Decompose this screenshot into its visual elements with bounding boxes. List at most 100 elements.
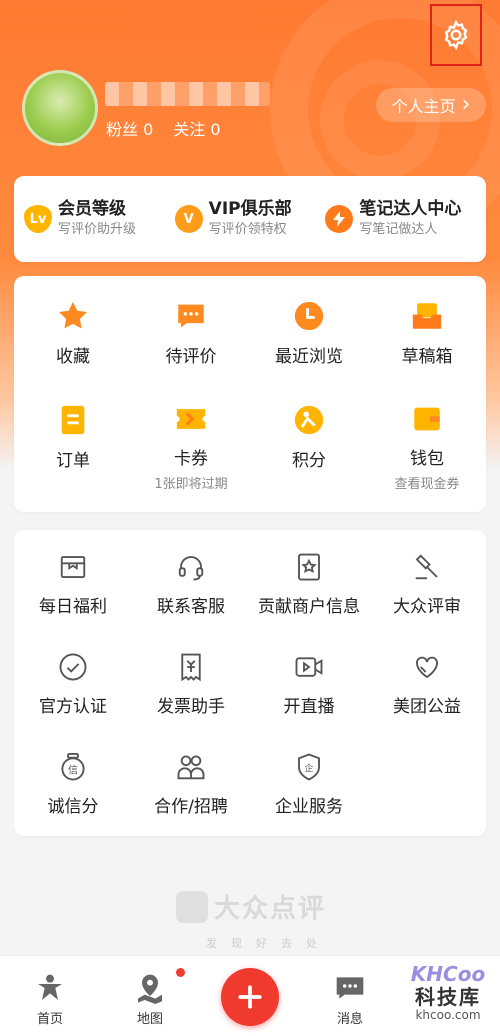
credit-icon: 信: [56, 750, 90, 784]
gift-box-icon: [56, 550, 90, 584]
chevron-right-icon: ›: [461, 92, 471, 117]
lightning-badge-icon: [325, 205, 354, 233]
member-level-sub: 写评价助升级: [58, 222, 137, 237]
official-cert-label: 官方认证: [39, 697, 107, 717]
member-level-entry[interactable]: Lv 会员等级 写评价助升级: [24, 198, 175, 240]
start-live-label: 开直播: [283, 697, 335, 717]
watermark-logo-text: KHCoo: [410, 962, 486, 986]
wallet-sub: 查看现金券: [394, 477, 460, 492]
start-live-entry[interactable]: 开直播: [250, 646, 368, 746]
invoice-helper-entry[interactable]: 发票助手: [132, 646, 250, 746]
following-count[interactable]: 关注 0: [173, 116, 220, 140]
profile-homepage-button[interactable]: 个人主页 ›: [376, 88, 486, 122]
cooperation-entry[interactable]: 合作/招聘: [132, 746, 250, 846]
note-expert-sub: 写笔记做达人: [359, 222, 438, 237]
points-icon: [291, 402, 327, 438]
people-icon: [174, 750, 208, 784]
points-entry[interactable]: 积分: [250, 380, 368, 484]
recent-views-label: 最近浏览: [275, 347, 343, 367]
note-expert-title: 笔记达人中心: [359, 199, 462, 219]
credit-score-label: 诚信分: [47, 797, 99, 817]
enterprise-shield-icon: 企: [292, 750, 326, 784]
official-cert-entry[interactable]: 官方认证: [14, 646, 132, 746]
username-blurred: [105, 82, 270, 106]
customer-service-label: 联系客服: [157, 597, 225, 617]
enterprise-service-entry[interactable]: 企 企业服务: [250, 746, 368, 846]
order-icon: [55, 402, 91, 438]
notification-dot: [176, 968, 185, 977]
tab-map-label: 地图: [136, 1012, 163, 1027]
tab-map[interactable]: 地图: [115, 972, 185, 1027]
member-level-title: 会员等级: [58, 199, 126, 219]
pending-review-entry[interactable]: 待评价: [132, 276, 250, 380]
coupons-entry[interactable]: 卡券 1张即将过期: [132, 380, 250, 492]
daily-welfare-entry[interactable]: 每日福利: [14, 546, 132, 646]
live-video-icon: [292, 650, 326, 684]
customer-service-entry[interactable]: 联系客服: [132, 546, 250, 646]
pending-review-label: 待评价: [165, 347, 217, 367]
home-mascot-icon: [38, 974, 62, 1000]
charity-entry[interactable]: 美团公益: [368, 646, 486, 746]
watermark-name: 科技库: [415, 985, 481, 1009]
quick-actions-card: 收藏 待评价 最近浏览 草稿箱 订单 卡券 1张即将过期 积分 钱包 查看现金券: [14, 276, 486, 512]
brand-name: 大众点评: [214, 894, 327, 924]
charity-heart-icon: [410, 650, 444, 684]
gavel-icon: [410, 550, 444, 584]
comment-icon: [173, 298, 209, 334]
brand-slogan: 发现好去处: [206, 937, 331, 950]
tab-messages[interactable]: 消息: [315, 972, 385, 1027]
credit-score-entry[interactable]: 信 诚信分: [14, 746, 132, 846]
drafts-entry[interactable]: 草稿箱: [368, 276, 486, 380]
orders-entry[interactable]: 订单: [14, 380, 132, 484]
favorites-entry[interactable]: 收藏: [14, 276, 132, 380]
daily-welfare-label: 每日福利: [39, 597, 107, 617]
check-circle-icon: [56, 650, 90, 684]
merchant-info-entry[interactable]: 贡献商户信息: [250, 546, 368, 646]
recent-views-entry[interactable]: 最近浏览: [250, 276, 368, 380]
headset-icon: [174, 550, 208, 584]
merchant-info-label: 贡献商户信息: [258, 597, 360, 617]
drafts-icon: [409, 298, 445, 334]
brand-logo: 大众点评: [176, 888, 326, 925]
watermark: KHCoo 科技库 khcoo.com: [400, 962, 496, 1034]
invoice-helper-label: 发票助手: [157, 697, 225, 717]
cooperation-label: 合作/招聘: [154, 797, 228, 817]
tab-home-label: 首页: [36, 1012, 63, 1027]
fans-count[interactable]: 粉丝 0: [106, 116, 153, 140]
coupons-sub: 1张即将过期: [154, 477, 228, 492]
settings-button[interactable]: [430, 4, 482, 66]
add-post-button[interactable]: [221, 968, 279, 1026]
avatar[interactable]: [22, 70, 98, 146]
drafts-label: 草稿箱: [401, 347, 453, 367]
invoice-icon: [174, 650, 208, 684]
coupon-icon: [173, 402, 209, 436]
tab-home[interactable]: 首页: [15, 972, 85, 1027]
svg-text:信: 信: [68, 764, 78, 776]
gear-icon: [444, 19, 468, 51]
public-review-entry[interactable]: 大众评审: [368, 546, 486, 646]
member-card: Lv 会员等级 写评价助升级 V VIP俱乐部 写评价领特权 笔记达人中心 写笔…: [14, 176, 486, 262]
vip-club-entry[interactable]: V VIP俱乐部 写评价领特权: [174, 198, 326, 240]
vip-club-sub: 写评价领特权: [208, 222, 287, 237]
orders-label: 订单: [56, 451, 90, 471]
clock-icon: [291, 298, 327, 334]
message-icon: [336, 977, 364, 999]
note-expert-entry[interactable]: 笔记达人中心 写笔记做达人: [325, 198, 476, 240]
svg-text:企: 企: [305, 762, 314, 774]
favorites-label: 收藏: [56, 347, 90, 367]
level-badge-icon: Lv: [24, 205, 52, 233]
merchant-icon: [292, 550, 326, 584]
plus-icon: [238, 985, 262, 1009]
charity-label: 美团公益: [393, 697, 461, 717]
vip-badge-icon: V: [174, 205, 203, 233]
star-icon: [55, 298, 91, 334]
wallet-entry[interactable]: 钱包 查看现金券: [368, 380, 486, 492]
watermark-url: khcoo.com: [415, 1008, 481, 1022]
wallet-icon: [409, 402, 445, 436]
tab-messages-label: 消息: [336, 1012, 363, 1027]
wallet-label: 钱包: [410, 449, 444, 469]
brand-mark-icon: [176, 890, 208, 923]
map-pin-icon: [138, 974, 162, 1004]
points-label: 积分: [292, 451, 326, 471]
public-review-label: 大众评审: [393, 597, 461, 617]
